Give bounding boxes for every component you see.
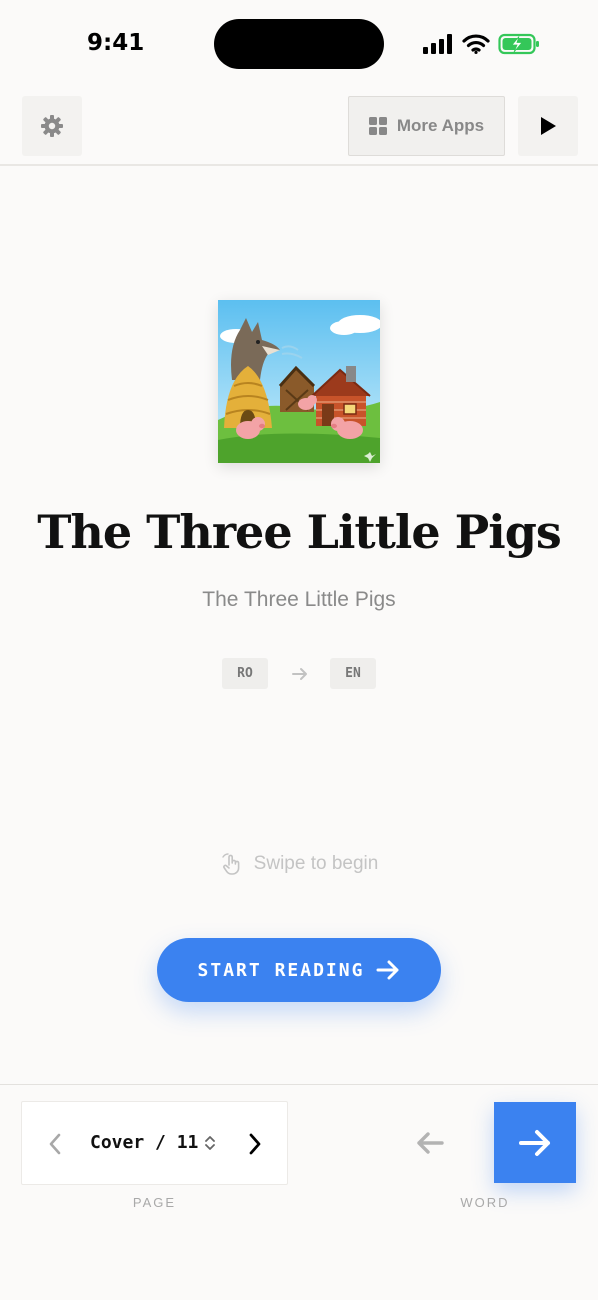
wifi-icon	[462, 34, 490, 54]
chevron-up-down-icon	[205, 1135, 216, 1150]
grid-icon	[368, 117, 387, 135]
battery-charging-icon	[498, 33, 539, 55]
swipe-hint-text: Swipe to begin	[253, 853, 379, 874]
page-caption: PAGE	[132, 1195, 177, 1210]
gear-icon	[41, 115, 63, 137]
status-bar: 9:41	[0, 0, 598, 88]
arrow-right-icon	[519, 1129, 550, 1156]
next-page-button[interactable]	[244, 1130, 266, 1158]
more-apps-label: More Apps	[396, 116, 485, 135]
page-navigator: Cover / 11	[21, 1101, 288, 1185]
top-toolbar: More Apps	[0, 88, 598, 166]
previous-page-button[interactable]	[44, 1130, 66, 1158]
play-button[interactable]	[518, 96, 578, 156]
book-subtitle: The Three Little Pigs	[202, 588, 396, 611]
more-apps-button[interactable]: More Apps	[348, 96, 505, 156]
arrow-right-icon	[292, 668, 307, 680]
signal-icon	[423, 34, 452, 54]
book-title: The Three Little Pigs	[37, 505, 562, 559]
status-time: 9:41	[87, 30, 145, 56]
swipe-hint: Swipe to begin	[0, 852, 598, 876]
start-reading-label: START READING	[197, 959, 365, 981]
word-caption: WORD	[460, 1195, 510, 1210]
chevron-right-icon	[249, 1133, 261, 1155]
page-selector[interactable]: Cover / 11	[90, 1132, 216, 1153]
source-language-chip: RO	[222, 658, 268, 689]
arrow-left-icon	[417, 1132, 444, 1154]
play-icon	[541, 117, 556, 135]
target-language-chip: EN	[330, 658, 376, 689]
page-indicator: Cover / 11	[90, 1132, 199, 1153]
dynamic-island	[214, 19, 384, 69]
previous-word-button[interactable]	[400, 1103, 460, 1183]
book-cover-image	[218, 300, 380, 463]
start-reading-button[interactable]: START READING	[157, 938, 441, 1002]
arrow-right-icon	[376, 960, 399, 980]
status-icons	[422, 32, 540, 56]
bottom-navigation: Cover / 11 PAGE WORD	[0, 1084, 598, 1300]
chevron-left-icon	[49, 1133, 61, 1155]
language-pair: RO EN	[222, 658, 376, 690]
hand-swipe-icon	[221, 853, 240, 875]
next-word-button[interactable]	[494, 1102, 576, 1183]
settings-button[interactable]	[22, 96, 82, 156]
